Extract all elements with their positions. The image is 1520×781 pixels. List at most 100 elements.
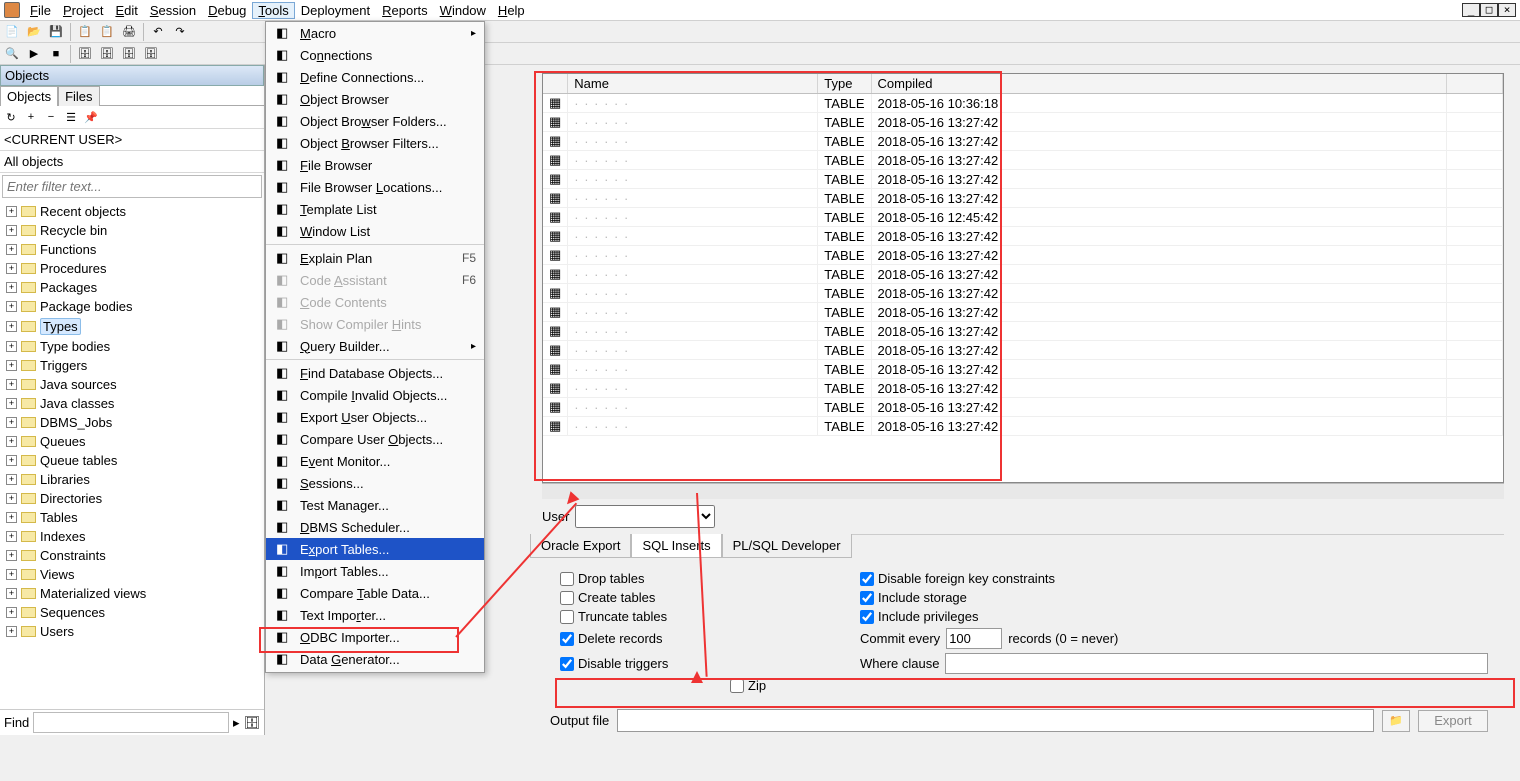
chk-delete[interactable]: Delete records — [560, 631, 720, 646]
tb-print-icon[interactable]: 🖨 — [119, 22, 139, 42]
col-compiled[interactable]: Compiled — [871, 74, 1447, 94]
table-row[interactable]: ▦· · · · · ·TABLE2018-05-16 13:27:42 — [543, 379, 1503, 398]
scope-row[interactable]: All objects — [0, 151, 264, 173]
table-row[interactable]: ▦· · · · · ·TABLE2018-05-16 13:27:42 — [543, 227, 1503, 246]
tree-package-bodies[interactable]: +Package bodies — [0, 297, 264, 316]
find-input[interactable] — [33, 712, 229, 733]
output-file-input[interactable] — [617, 709, 1374, 732]
tree-recent-objects[interactable]: +Recent objects — [0, 202, 264, 221]
commit-every-input[interactable] — [946, 628, 1002, 649]
chk-create[interactable]: Create tables — [560, 590, 720, 605]
tab-sql-inserts[interactable]: SQL Inserts — [631, 534, 721, 558]
tools-import-tables-[interactable]: ◧Import Tables... — [266, 560, 484, 582]
filter-icon[interactable]: ☰ — [62, 108, 80, 126]
tree-recycle-bin[interactable]: +Recycle bin — [0, 221, 264, 240]
menu-file[interactable]: File — [24, 2, 57, 19]
tb-open-icon[interactable]: 📂 — [24, 22, 44, 42]
tools-file-browser-locations-[interactable]: ◧File Browser Locations... — [266, 176, 484, 198]
find-db-icon[interactable]: 🗄 — [243, 715, 260, 731]
tb-run-icon[interactable]: ▶ — [24, 44, 44, 64]
tree-dbms_jobs[interactable]: +DBMS_Jobs — [0, 413, 264, 432]
menu-session[interactable]: Session — [144, 2, 202, 19]
tab-files[interactable]: Files — [58, 86, 99, 106]
tree-triggers[interactable]: +Triggers — [0, 356, 264, 375]
chk-truncate[interactable]: Truncate tables — [560, 609, 720, 624]
chk-disable-fk[interactable]: Disable foreign key constraints — [860, 571, 1488, 586]
tb-save-icon[interactable]: 💾 — [46, 22, 66, 42]
tb-db1-icon[interactable]: 🗄 — [75, 44, 95, 64]
tree-materialized-views[interactable]: +Materialized views — [0, 584, 264, 603]
tree-tables[interactable]: +Tables — [0, 508, 264, 527]
tables-list[interactable]: Name Type Compiled ▦· · · · · ·TABLE2018… — [542, 73, 1504, 483]
tools-define-connections-[interactable]: ◧Define Connections... — [266, 66, 484, 88]
chk-zip[interactable]: Zip — [730, 678, 850, 693]
tools-object-browser[interactable]: ◧Object Browser — [266, 88, 484, 110]
table-row[interactable]: ▦· · · · · ·TABLE2018-05-16 13:27:42 — [543, 360, 1503, 379]
menu-debug[interactable]: Debug — [202, 2, 252, 19]
tree-types[interactable]: +Types — [0, 316, 264, 337]
expand-icon[interactable]: − — [42, 108, 60, 126]
tb-stop-icon[interactable]: ■ — [46, 44, 66, 64]
h-scrollbar[interactable] — [542, 483, 1504, 499]
table-row[interactable]: ▦· · · · · ·TABLE2018-05-16 13:27:42 — [543, 132, 1503, 151]
table-row[interactable]: ▦· · · · · ·TABLE2018-05-16 13:27:42 — [543, 265, 1503, 284]
tab-objects[interactable]: Objects — [0, 86, 58, 106]
tools-compare-table-data-[interactable]: ◧Compare Table Data... — [266, 582, 484, 604]
export-button[interactable]: Export — [1418, 710, 1488, 732]
find-next-icon[interactable]: ▸ — [233, 715, 240, 731]
tb-search-icon[interactable]: 🔍 — [2, 44, 22, 64]
menu-edit[interactable]: Edit — [109, 2, 143, 19]
tab-plsql-developer[interactable]: PL/SQL Developer — [722, 534, 852, 558]
collapse-icon[interactable]: + — [22, 108, 40, 126]
tools-event-monitor-[interactable]: ◧Event Monitor... — [266, 450, 484, 472]
chk-include-storage[interactable]: Include storage — [860, 590, 1488, 605]
col-name[interactable]: Name — [568, 74, 818, 94]
tools-export-user-objects-[interactable]: ◧Export User Objects... — [266, 406, 484, 428]
tools-window-list[interactable]: ◧Window List — [266, 220, 484, 242]
menu-help[interactable]: Help — [492, 2, 531, 19]
menu-tools[interactable]: Tools — [252, 2, 294, 19]
pin-icon[interactable]: 📌 — [82, 108, 100, 126]
filter-input[interactable] — [2, 175, 262, 198]
tools-compare-user-objects-[interactable]: ◧Compare User Objects... — [266, 428, 484, 450]
tree-packages[interactable]: +Packages — [0, 278, 264, 297]
tools-object-browser-folders-[interactable]: ◧Object Browser Folders... — [266, 110, 484, 132]
tb-db4-icon[interactable]: 🗄 — [141, 44, 161, 64]
where-input[interactable] — [945, 653, 1488, 674]
menu-window[interactable]: Window — [434, 2, 492, 19]
tools-template-list[interactable]: ◧Template List — [266, 198, 484, 220]
tools-query-builder-[interactable]: ◧Query Builder...▸ — [266, 335, 484, 357]
table-row[interactable]: ▦· · · · · ·TABLE2018-05-16 13:27:42 — [543, 322, 1503, 341]
table-row[interactable]: ▦· · · · · ·TABLE2018-05-16 13:27:42 — [543, 341, 1503, 360]
menu-project[interactable]: Project — [57, 2, 109, 19]
tree-type-bodies[interactable]: +Type bodies — [0, 337, 264, 356]
table-row[interactable]: ▦· · · · · ·TABLE2018-05-16 13:27:42 — [543, 417, 1503, 436]
chk-drop[interactable]: Drop tables — [560, 571, 720, 586]
menu-reports[interactable]: Reports — [376, 2, 434, 19]
tb-db2-icon[interactable]: 🗄 — [97, 44, 117, 64]
tools-explain-plan[interactable]: ◧Explain PlanF5 — [266, 247, 484, 269]
tools-compile-invalid-objects-[interactable]: ◧Compile Invalid Objects... — [266, 384, 484, 406]
table-row[interactable]: ▦· · · · · ·TABLE2018-05-16 13:27:42 — [543, 284, 1503, 303]
tree-queue-tables[interactable]: +Queue tables — [0, 451, 264, 470]
tools-export-tables-[interactable]: ◧Export Tables... — [266, 538, 484, 560]
table-row[interactable]: ▦· · · · · ·TABLE2018-05-16 12:45:42 — [543, 208, 1503, 227]
tools-data-generator-[interactable]: ◧Data Generator... — [266, 648, 484, 670]
restore-button[interactable]: □ — [1480, 3, 1498, 17]
tools-find-database-objects-[interactable]: ◧Find Database Objects... — [266, 362, 484, 384]
object-tree[interactable]: +Recent objects+Recycle bin+Functions+Pr… — [0, 200, 264, 709]
tb-copy-icon[interactable]: 📋 — [75, 22, 95, 42]
tb-paste-icon[interactable]: 📋 — [97, 22, 117, 42]
tree-java-sources[interactable]: +Java sources — [0, 375, 264, 394]
col-type[interactable]: Type — [818, 74, 871, 94]
table-row[interactable]: ▦· · · · · ·TABLE2018-05-16 13:27:42 — [543, 170, 1503, 189]
table-row[interactable]: ▦· · · · · ·TABLE2018-05-16 13:27:42 — [543, 398, 1503, 417]
tools-connections[interactable]: ◧Connections — [266, 44, 484, 66]
tree-constraints[interactable]: +Constraints — [0, 546, 264, 565]
tools-sessions-[interactable]: ◧Sessions... — [266, 472, 484, 494]
tree-indexes[interactable]: +Indexes — [0, 527, 264, 546]
tb-redo-icon[interactable]: ↷ — [170, 22, 190, 42]
tb-undo-icon[interactable]: ↶ — [148, 22, 168, 42]
table-row[interactable]: ▦· · · · · ·TABLE2018-05-16 13:27:42 — [543, 246, 1503, 265]
chk-include-priv[interactable]: Include privileges — [860, 609, 1488, 624]
